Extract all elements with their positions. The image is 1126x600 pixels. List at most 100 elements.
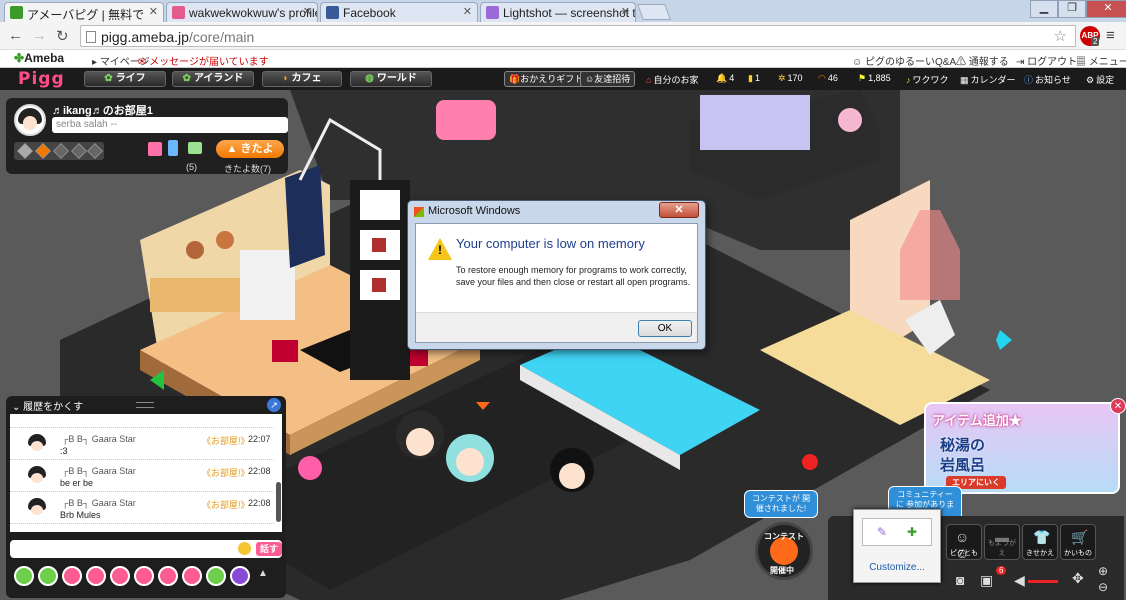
room-link[interactable]: 《お部屋!》: [202, 434, 250, 447]
kitayo-button[interactable]: ▲ きたよ: [216, 140, 284, 158]
avatar[interactable]: [22, 498, 50, 520]
gift-icon[interactable]: [148, 142, 162, 156]
bell-counter[interactable]: 🔔 4: [716, 73, 734, 84]
abp-count-badge: 2: [1091, 37, 1100, 46]
heart-emote-icon[interactable]: [182, 566, 202, 586]
say-button[interactable]: 話す: [256, 542, 282, 556]
reload-icon[interactable]: ↻: [56, 27, 69, 45]
back-arrow-icon[interactable]: ←: [8, 27, 23, 44]
direction-pad-icon[interactable]: ✥: [1072, 570, 1084, 587]
contest-button[interactable]: コンテスト 開催中: [755, 522, 813, 580]
tab-pigg[interactable]: アメーバピグ | 無料で ✕: [4, 2, 164, 22]
promo-title-2: 岩風呂: [940, 457, 986, 474]
avatar[interactable]: [22, 466, 50, 488]
zoom-in-icon[interactable]: ⊕: [1098, 564, 1108, 578]
room-link[interactable]: 《お部屋!》: [202, 498, 250, 511]
moyougae-button[interactable]: ▬ もようがえ: [984, 524, 1020, 560]
address-bar[interactable]: pigg.ameba.jp/core/main ☆: [80, 25, 1076, 47]
avatar[interactable]: [14, 104, 46, 136]
kisekae-button[interactable]: 👕 きせかえ: [1022, 524, 1058, 560]
tab-facebook[interactable]: Facebook ✕: [320, 2, 478, 22]
maximize-button[interactable]: ❐: [1058, 0, 1086, 18]
ameba-global-bar: ✤Ameba ▸ マイページ ✉ メッセージが届いています ☺ ピグのゆるーいQ…: [0, 50, 1126, 68]
contest-status: 開催中: [770, 566, 794, 575]
heart-emote-icon[interactable]: [110, 566, 130, 586]
help-link[interactable]: ☺ ピグのゆるーいQ&A: [852, 53, 956, 68]
heart-emote-icon[interactable]: [158, 566, 178, 586]
volume-icon[interactable]: ◀: [1014, 572, 1025, 589]
minimize-button[interactable]: ▁: [1030, 0, 1058, 18]
notice-link[interactable]: ⓘ お知らせ: [1024, 73, 1071, 86]
camera-icon[interactable]: ◙: [956, 572, 964, 588]
window-close-button[interactable]: ✕: [1086, 0, 1126, 18]
pigg-logo[interactable]: Pigg: [18, 69, 65, 89]
promo-banner[interactable]: ✕ アイテム追加★ 秘湯の 岩風呂 エリアにいく: [924, 398, 1126, 494]
kaimono-button[interactable]: 🛒 かいもの: [1060, 524, 1096, 560]
close-icon[interactable]: ✕: [149, 5, 158, 18]
flag-counter[interactable]: ⚑ 1,885: [858, 73, 891, 84]
ticket-counter[interactable]: ▮ 1: [748, 73, 760, 84]
tab-profile[interactable]: wakwekwokwuw's profile ✕: [166, 2, 318, 22]
zoom-out-icon[interactable]: ⊖: [1098, 580, 1108, 594]
game-viewport[interactable]: ♬ikang♬のお部屋1 serba salah -- (5) ▲ きたよ きた…: [0, 90, 1126, 600]
home-link[interactable]: ⌂ 自分のお家: [646, 73, 698, 86]
alien-emote-icon[interactable]: [14, 566, 34, 586]
close-icon[interactable]: ✕: [303, 5, 312, 18]
forward-arrow-icon[interactable]: →: [32, 27, 47, 44]
tab-label: wakwekwokwuw's profile: [189, 6, 318, 20]
hamburger-menu-icon[interactable]: ≡: [1106, 27, 1115, 44]
heart-emote-icon[interactable]: [86, 566, 106, 586]
close-icon[interactable]: ✕: [463, 5, 472, 18]
nav-world[interactable]: ◍ ワールド: [350, 71, 432, 87]
guestbook-icon[interactable]: [188, 142, 202, 154]
drag-handle[interactable]: [136, 402, 154, 408]
room-link[interactable]: 《お部屋!》: [202, 466, 250, 479]
wakuwaku-link[interactable]: ♪ ワクワク: [906, 73, 949, 86]
rainbow-counter[interactable]: ◠ 46: [818, 73, 838, 84]
ameba-logo[interactable]: ✤Ameba: [14, 51, 64, 65]
nav-life[interactable]: ✿ ライフ: [84, 71, 166, 87]
new-tab-button[interactable]: [637, 4, 671, 20]
video-icon[interactable]: ▣: [980, 572, 993, 589]
hide-history-toggle[interactable]: ⌄ 履歴をかくす: [12, 398, 83, 413]
customize-link[interactable]: Customize...: [854, 562, 940, 573]
ok-button[interactable]: OK: [638, 320, 692, 337]
alien-emote-icon[interactable]: [206, 566, 226, 586]
coin-counter[interactable]: ✲ 170: [778, 73, 803, 84]
messages-label: メッセージが届いています: [149, 57, 269, 68]
bookmark-star-icon[interactable]: ☆: [1054, 27, 1067, 45]
popout-arrow-icon[interactable]: ↗: [267, 398, 281, 412]
heart-emote-icon[interactable]: [134, 566, 154, 586]
heart-emote-icon[interactable]: [62, 566, 82, 586]
star-emote-icon[interactable]: [230, 566, 250, 586]
smiley-icon[interactable]: [238, 542, 251, 555]
tab-lightshot[interactable]: Lightshot — screenshot to ✕: [480, 2, 636, 22]
status-message-input[interactable]: serba salah --: [52, 117, 288, 133]
pigg-friends-button[interactable]: ☺☺ ピグとも: [946, 524, 982, 561]
contest-notice-bubble[interactable]: コンテストが 開催されました!: [744, 490, 818, 518]
alien-emote-icon[interactable]: [38, 566, 58, 586]
settings-link[interactable]: ⚙ 設定: [1086, 73, 1114, 86]
chat-scrollbar[interactable]: [276, 482, 281, 522]
more-arrow-icon[interactable]: ▲: [258, 568, 268, 579]
feather-icon[interactable]: ✎: [877, 525, 887, 539]
promo-headline: アイテム追加★: [932, 413, 1022, 428]
menu-link[interactable]: ▦ メニュー: [1076, 53, 1126, 68]
logout-link[interactable]: ⇥ ログアウト: [1016, 53, 1077, 68]
calendar-link[interactable]: ▦ カレンダー: [960, 73, 1016, 86]
volume-slider[interactable]: [1028, 580, 1058, 583]
welcome-gift-button[interactable]: 🎁おかえりギフト: [504, 71, 589, 87]
messages-link[interactable]: ✉ メッセージが届いています: [138, 53, 269, 68]
invite-button[interactable]: ☺友達招待: [580, 71, 636, 87]
nav-island[interactable]: ✿ アイランド: [172, 71, 254, 87]
dialog-close-button[interactable]: ✕: [659, 202, 699, 218]
close-icon[interactable]: ✕: [621, 5, 630, 18]
avatar[interactable]: [22, 434, 50, 456]
chat-log[interactable]: ┌B B┐ Gaara Star 《お部屋!》 22:07 :3 ┌B B┐ G…: [10, 414, 282, 532]
phone-icon[interactable]: [168, 140, 178, 156]
tray-app-icon[interactable]: ✚: [907, 525, 917, 539]
nav-cafe[interactable]: ◗ カフェ: [262, 71, 342, 87]
close-icon[interactable]: ✕: [1110, 398, 1126, 414]
report-link[interactable]: ⚠ 通報する: [956, 53, 1009, 68]
chat-input[interactable]: 話す: [10, 540, 282, 558]
